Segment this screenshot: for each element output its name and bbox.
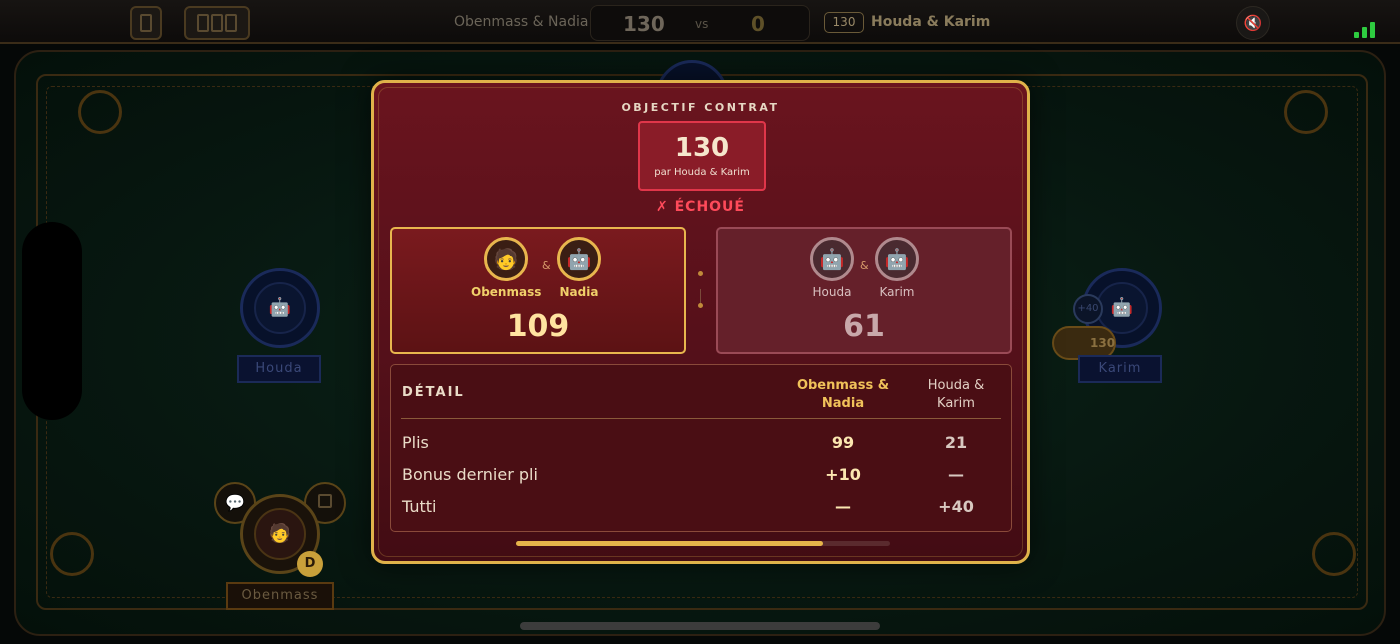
player-avatar-icon: 🧑 — [268, 523, 292, 545]
team-b-player1: Houda — [812, 285, 852, 299]
corner-ornament — [78, 90, 122, 134]
detail-row: Tutti — +40 — [391, 495, 1011, 521]
detail-divider — [401, 418, 1001, 419]
row-value-team-b: +40 — [938, 497, 974, 516]
row-value-team-a: +10 — [825, 465, 861, 484]
robot-icon: 🤖 — [566, 247, 592, 271]
seat-right-nameplate: Karim — [1078, 355, 1162, 383]
robot-avatar-icon: 🤖 — [557, 237, 601, 281]
corner-ornament — [1284, 90, 1328, 134]
card-icon — [197, 14, 209, 32]
card-icon — [140, 14, 152, 32]
chat-icon: 💬 — [225, 493, 245, 512]
detail-row: Bonus dernier pli +10 — — [391, 463, 1011, 489]
card-icon — [225, 14, 237, 32]
device-notch — [22, 222, 82, 420]
detail-row: Plis 99 21 — [391, 431, 1011, 457]
home-indicator[interactable] — [520, 622, 880, 630]
row-value-team-b: 21 — [944, 433, 968, 452]
hand-view-button[interactable] — [184, 6, 250, 40]
seat-bottom-nameplate: Obenmass — [226, 582, 334, 610]
result-status: ✗ ÉCHOUÉ — [656, 199, 745, 215]
separator-dot — [698, 271, 703, 276]
seat-left[interactable]: 🤖 — [240, 268, 320, 348]
scoreboard: 130 vs 0 — [590, 5, 810, 41]
row-value-team-a: 99 — [831, 433, 855, 452]
team-b-score: 61 — [843, 309, 885, 344]
col-team-b-line2: Karim — [937, 396, 975, 411]
objective-title: OBJECTIF CONTRAT — [621, 101, 780, 114]
card-back-button[interactable] — [130, 6, 162, 40]
seat-right-points-chip: +40 — [1073, 294, 1103, 324]
detail-heading: DÉTAIL — [402, 385, 465, 400]
contract-box: 130 par Houda & Karim — [638, 121, 766, 191]
robot-icon: 🤖 — [1110, 297, 1134, 319]
card-icon — [318, 494, 332, 508]
score-right: 0 — [751, 12, 765, 36]
robot-avatar-icon: 🤖 — [810, 237, 854, 281]
player-face-icon: 🧑 — [493, 247, 519, 271]
bid-chip: 130 — [824, 12, 864, 33]
robot-avatar-icon: 🤖 — [875, 237, 919, 281]
player-avatar-icon: 🧑 — [484, 237, 528, 281]
ampersand: & — [542, 259, 551, 272]
team-a-player1: Obenmass — [471, 285, 542, 299]
contract-value: 130 — [674, 133, 730, 163]
row-value-team-a: — — [835, 497, 851, 516]
team-left-label: Obenmass & Nadia — [454, 14, 589, 30]
col-team-b-line1: Houda & — [927, 378, 985, 393]
team-a-player2: Nadia — [559, 285, 599, 299]
top-bar: Obenmass & Nadia 130 vs 0 130 Houda & Ka… — [0, 0, 1400, 44]
row-label: Plis — [402, 433, 429, 452]
score-vs: vs — [695, 17, 709, 31]
corner-ornament — [50, 532, 94, 576]
seat-left-nameplate: Houda — [237, 355, 321, 383]
row-value-team-b: — — [948, 465, 964, 484]
robot-icon: 🤖 — [884, 247, 910, 271]
ampersand: & — [860, 259, 869, 272]
mute-icon: 🔇 — [1243, 14, 1263, 32]
mute-button[interactable]: 🔇 — [1236, 6, 1270, 40]
row-label: Tutti — [402, 497, 437, 516]
auto-close-progress — [516, 541, 890, 546]
signal-strength-icon — [1354, 20, 1382, 38]
team-right-label: Houda & Karim — [871, 14, 991, 30]
team-b-player2: Karim — [879, 285, 915, 299]
score-left: 130 — [623, 12, 665, 36]
robot-icon: 🤖 — [268, 297, 292, 319]
detail-col-team-b: Houda & Karim — [907, 377, 1005, 413]
detail-table: DÉTAIL Obenmass & Nadia Houda & Karim Pl… — [390, 364, 1012, 532]
corner-ornament — [1312, 532, 1356, 576]
round-result-modal: OBJECTIF CONTRAT 130 par Houda & Karim ✗… — [371, 80, 1030, 564]
robot-icon: 🤖 — [819, 247, 845, 271]
dealer-badge: D — [297, 551, 323, 577]
col-team-a-line1: Obenmass & — [796, 378, 890, 393]
card-icon — [211, 14, 223, 32]
progress-fill — [516, 541, 823, 546]
team-a-score: 109 — [506, 309, 570, 344]
row-label: Bonus dernier pli — [402, 465, 538, 484]
detail-col-team-a: Obenmass & Nadia — [781, 377, 905, 413]
col-team-a-line2: Nadia — [821, 396, 865, 411]
team-a-card: 🧑 & 🤖 Obenmass Nadia 109 — [390, 227, 686, 354]
contract-by: par Houda & Karim — [654, 167, 750, 178]
team-b-card: 🤖 & 🤖 Houda Karim 61 — [716, 227, 1012, 354]
separator-dot — [698, 303, 703, 308]
